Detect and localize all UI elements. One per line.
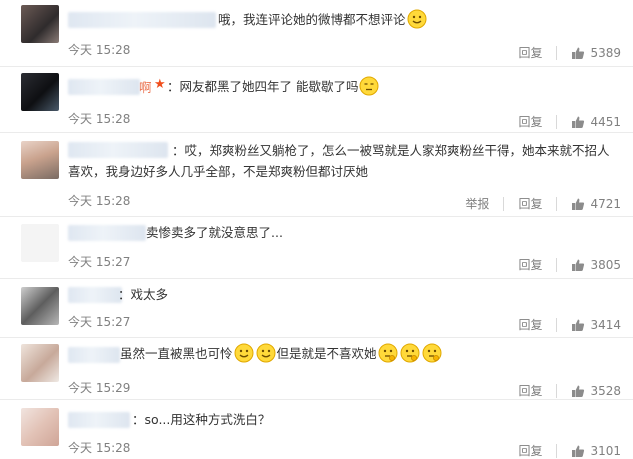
thinking-emoji-icon bbox=[422, 343, 442, 363]
username[interactable] bbox=[68, 79, 140, 95]
thumbs-up-icon bbox=[572, 319, 585, 331]
username[interactable] bbox=[68, 347, 120, 363]
like-count: 4721 bbox=[590, 196, 621, 211]
comment-text: 哦，我连评论她的微博都不想评论 bbox=[218, 9, 621, 30]
thinking-emoji-icon bbox=[400, 343, 420, 363]
avatar[interactable] bbox=[21, 408, 59, 446]
reply-button[interactable]: 回复 bbox=[518, 195, 542, 212]
avatar[interactable] bbox=[21, 287, 59, 325]
like-button[interactable]: 5389 bbox=[571, 46, 621, 60]
username[interactable] bbox=[68, 412, 130, 428]
username[interactable] bbox=[68, 12, 216, 28]
avatar[interactable] bbox=[21, 344, 59, 382]
smile-emoji-icon bbox=[407, 9, 427, 29]
username[interactable] bbox=[68, 287, 122, 303]
smile-emoji-icon bbox=[234, 343, 254, 363]
reply-button[interactable]: 回复 bbox=[518, 113, 542, 130]
divider bbox=[556, 317, 558, 332]
comment-item: ：哎，郑爽粉丝又躺枪了，怎么一被骂就是人家郑爽粉丝干得，她本来就不招人喜欢，我身… bbox=[0, 133, 633, 217]
comment-time: 今天 15:28 bbox=[68, 43, 131, 57]
comment-text: 卖惨卖多了就没意思了... bbox=[146, 225, 283, 240]
comment-item: 哦，我连评论她的微博都不想评论 今天 15:28 回复 5389 bbox=[0, 0, 633, 67]
thinking-emoji-icon bbox=[378, 343, 398, 363]
like-count: 3805 bbox=[590, 257, 621, 272]
sad-emoji-icon bbox=[359, 76, 379, 96]
like-button[interactable]: 3414 bbox=[571, 318, 621, 332]
comment-time: 今天 15:29 bbox=[68, 381, 131, 395]
like-count: 3414 bbox=[590, 317, 621, 332]
like-count: 3528 bbox=[590, 383, 621, 398]
like-button[interactable]: 3528 bbox=[571, 384, 621, 398]
avatar[interactable] bbox=[21, 5, 59, 43]
report-button[interactable]: 举报 bbox=[465, 195, 489, 212]
comment-actions: 回复 3414 bbox=[518, 316, 621, 333]
avatar[interactable] bbox=[21, 141, 59, 179]
reply-button[interactable]: 回复 bbox=[518, 316, 542, 333]
comment-text: ：哎，郑爽粉丝又躺枪了，怎么一被骂就是人家郑爽粉丝干得，她本来就不招人喜欢，我身… bbox=[68, 143, 610, 179]
comment-time: 今天 15:28 bbox=[68, 194, 131, 208]
comment-text: ：戏太多 bbox=[118, 287, 169, 302]
comment-text: ：so...用这种方式洗白？ bbox=[132, 412, 271, 427]
comment-actions: 回复 3805 bbox=[518, 256, 621, 273]
comment-actions: 举报 回复 4721 bbox=[465, 195, 621, 212]
comment-text: 虽然一直被黑也可怜 但是就是不喜欢她 bbox=[120, 343, 621, 364]
thumbs-up-icon bbox=[572, 385, 585, 397]
comment-actions: 回复 3528 bbox=[518, 382, 621, 399]
like-button[interactable]: 4451 bbox=[571, 115, 621, 129]
username[interactable] bbox=[68, 225, 146, 241]
comment-item: ：戏太多 今天 15:27 回复 3414 bbox=[0, 279, 633, 338]
like-count: 4451 bbox=[590, 114, 621, 129]
thumbs-up-icon bbox=[572, 259, 585, 271]
thumbs-up-icon bbox=[572, 47, 585, 59]
comment-text: ：网友都黑了她四年了 能歇歇了吗 bbox=[167, 76, 621, 97]
divider bbox=[556, 443, 558, 458]
divider bbox=[556, 196, 558, 211]
comment-actions: 回复 3101 bbox=[518, 442, 621, 459]
divider bbox=[556, 383, 558, 398]
avatar[interactable] bbox=[21, 73, 59, 111]
comment-item: ：so...用这种方式洗白？ 今天 15:28 回复 3101 bbox=[0, 400, 633, 459]
like-button[interactable]: 3101 bbox=[571, 444, 621, 458]
comment-actions: 回复 5389 bbox=[518, 44, 621, 61]
comment-item: 啊 ★ ：网友都黑了她四年了 能歇歇了吗 今天 15:28 回复 4451 bbox=[0, 67, 633, 133]
divider bbox=[556, 257, 558, 272]
comment-time: 今天 15:28 bbox=[68, 441, 131, 455]
thumbs-up-icon bbox=[572, 116, 585, 128]
reply-button[interactable]: 回复 bbox=[518, 44, 542, 61]
thumbs-up-icon bbox=[572, 198, 585, 210]
comment-item: 虽然一直被黑也可怜 但是就是不喜欢她 今天 15:29 回复 3528 bbox=[0, 338, 633, 400]
reply-button[interactable]: 回复 bbox=[518, 382, 542, 399]
member-badge-icon: ★ bbox=[154, 77, 166, 92]
comment-time: 今天 15:27 bbox=[68, 315, 131, 329]
like-count: 3101 bbox=[590, 443, 621, 458]
avatar[interactable] bbox=[21, 224, 59, 262]
reply-button[interactable]: 回复 bbox=[518, 256, 542, 273]
comment-actions: 回复 4451 bbox=[518, 113, 621, 130]
like-button[interactable]: 3805 bbox=[571, 258, 621, 272]
like-button[interactable]: 4721 bbox=[571, 197, 621, 211]
reply-button[interactable]: 回复 bbox=[518, 442, 542, 459]
comment-item: 卖惨卖多了就没意思了... 今天 15:27 回复 3805 bbox=[0, 217, 633, 279]
comment-time: 今天 15:28 bbox=[68, 112, 131, 126]
smile-emoji-icon bbox=[256, 343, 276, 363]
divider bbox=[503, 196, 505, 211]
divider bbox=[556, 114, 558, 129]
comment-time: 今天 15:27 bbox=[68, 255, 131, 269]
divider bbox=[556, 45, 558, 60]
username-tail[interactable]: 啊 bbox=[139, 77, 152, 96]
like-count: 5389 bbox=[590, 45, 621, 60]
thumbs-up-icon bbox=[572, 445, 585, 457]
